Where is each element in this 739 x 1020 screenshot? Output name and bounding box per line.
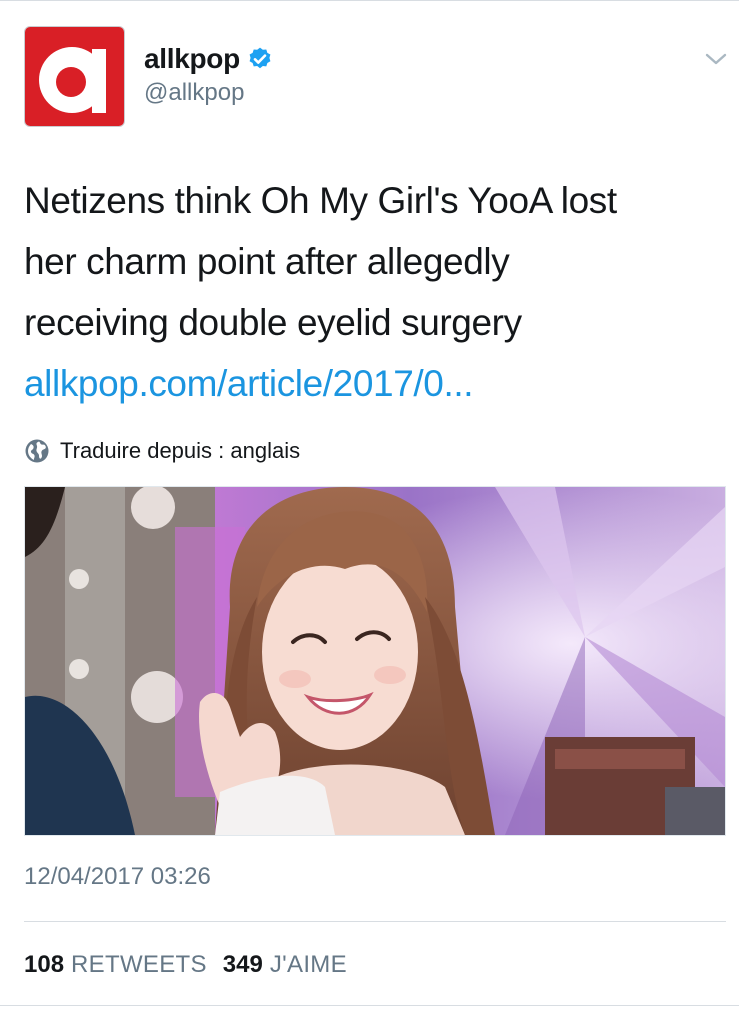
retweets-label: RETWEETS [71,951,207,978]
author-name-row[interactable]: allkpop [144,42,273,76]
retweets-count: 108 [24,951,65,978]
globe-icon [25,439,49,463]
allkpop-logo [25,27,124,126]
tweet-text-line: receiving double eyelid surgery [24,302,522,343]
bottom-border [0,1005,739,1006]
tweet-text: Netizens think Oh My Girl's YooA lost he… [24,170,724,414]
likes-label: J'AIME [269,951,347,978]
likes-stat[interactable]: 349 J'AIME [223,950,347,980]
tweet-stats: 108 RETWEETS 349 J'AIME [24,950,363,980]
author-handle[interactable]: @allkpop [144,78,244,108]
avatar[interactable] [24,26,125,127]
photo-illustration [25,487,725,835]
tweet-photo[interactable] [24,486,726,836]
translate-button[interactable]: Traduire depuis : anglais [24,436,300,466]
likes-count: 349 [222,951,263,978]
tweet-text-line: her charm point after allegedly [24,241,510,282]
article-link[interactable]: allkpop.com/article/2017/0... [24,353,724,414]
divider [24,921,726,922]
tweet-text-line: Netizens think Oh My Girl's YooA lost [24,180,617,221]
translate-label: Traduire depuis : anglais [60,438,301,463]
retweets-stat[interactable]: 108 RETWEETS [24,950,207,980]
chevron-down-icon[interactable] [703,50,729,68]
top-border [0,0,739,1]
tweet-timestamp: 12/04/2017 03:26 [24,863,211,890]
verified-badge-icon [249,47,271,69]
author-display-name[interactable]: allkpop [144,42,240,76]
